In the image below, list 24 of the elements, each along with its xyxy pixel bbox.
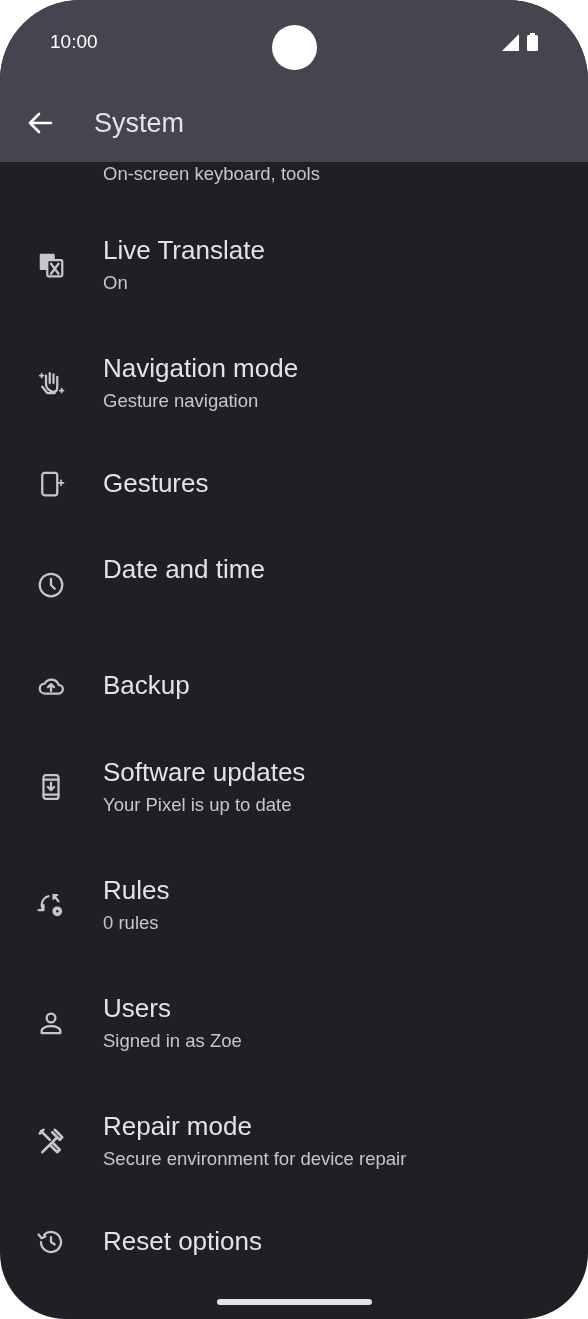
setting-title[interactable]: Live Translate [103,235,265,267]
setting-title[interactable]: Reset options [103,1226,262,1258]
setting-title[interactable]: Navigation mode [103,353,299,385]
setting-summary: Signed in as Zoe [103,1028,242,1053]
setting-title[interactable]: Gestures [103,468,209,500]
setting-summary: Gesture navigation [103,388,260,413]
setting-title[interactable]: Software updates [103,757,306,789]
status-time: 10:00 [50,29,98,54]
tools-icon [35,1126,66,1156]
setting-title[interactable]: Repair mode [103,1111,407,1143]
camera-cutout [272,25,317,70]
setting-title[interactable]: Rules [103,875,170,907]
setting-summary: 0 rules [103,910,160,935]
screen-title: System [94,106,185,140]
setting-title[interactable]: Backup [103,670,190,702]
setting-summary: Your Pixel is up to date [103,792,293,817]
setting-summary: On [103,270,129,295]
battery-icon [527,33,538,51]
signal-icon [502,33,519,51]
back-arrow-icon[interactable] [26,111,54,135]
setting-title[interactable]: Date and time [103,554,265,586]
setting-summary: Secure environment for device repair [103,1146,407,1171]
setting-summary: On-screen keyboard, tools [103,162,320,186]
setting-title[interactable]: Users [103,993,242,1025]
